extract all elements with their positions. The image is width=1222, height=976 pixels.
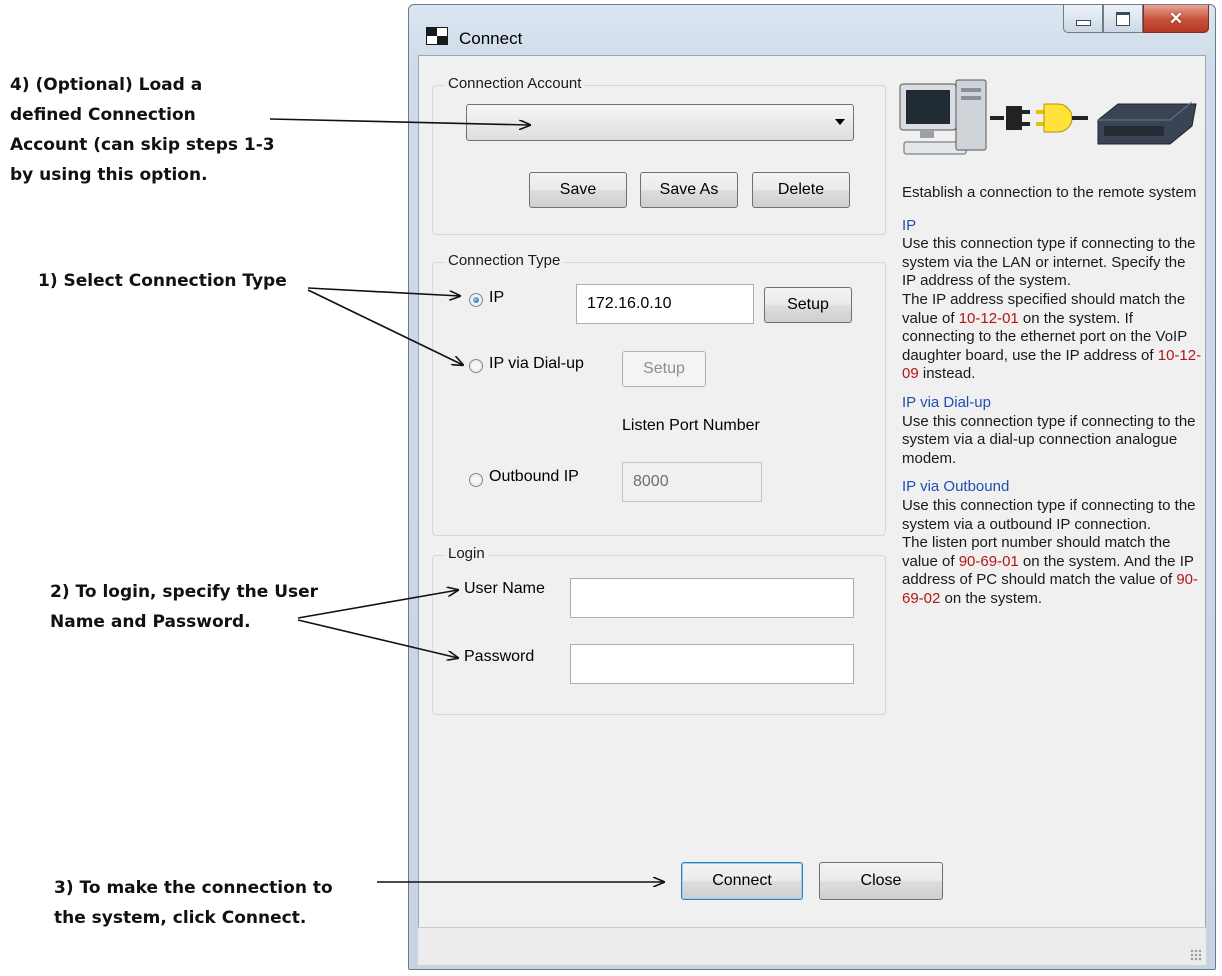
radio-outbound-ip-label[interactable]: Outbound IP <box>489 468 579 486</box>
annotation-step-2: 2) To login, specify the User Name and P… <box>50 577 318 637</box>
annotation-step-3: 3) To make the connection to the system,… <box>54 873 333 933</box>
maximize-icon <box>1116 11 1130 26</box>
help-ip-text: Use this connection type if connecting t… <box>902 235 1196 290</box>
help-ip-detail: The IP address specified should match th… <box>902 291 1202 384</box>
help-outbound-heading: IP via Outbound <box>902 478 1010 496</box>
connection-account-dropdown[interactable] <box>466 104 854 141</box>
minimize-button[interactable] <box>1063 5 1103 33</box>
annotation-line: by using this option. <box>10 165 208 185</box>
close-button[interactable]: Close <box>819 862 943 900</box>
user-name-input[interactable] <box>570 578 854 618</box>
maximize-button[interactable] <box>1103 5 1143 33</box>
close-window-button[interactable]: ✕ <box>1143 5 1209 33</box>
minimize-icon <box>1075 19 1091 26</box>
help-text: instead. <box>918 365 976 383</box>
help-code: 90-69-01 <box>958 552 1019 570</box>
password-label: Password <box>464 648 535 665</box>
help-panel: Establish a connection to the remote sys… <box>902 184 1202 608</box>
app-icon <box>426 27 448 45</box>
help-intro: Establish a connection to the remote sys… <box>902 184 1197 201</box>
help-ip-heading: IP <box>902 216 917 234</box>
help-outbound-detail: The listen port number should match the … <box>902 534 1202 608</box>
radio-ip[interactable] <box>469 293 483 307</box>
resize-grip-icon[interactable] <box>1190 949 1202 961</box>
annotation-line: the system, click Connect. <box>54 908 307 928</box>
radio-outbound-ip[interactable] <box>469 473 483 487</box>
listen-port-input[interactable]: 8000 <box>622 462 762 502</box>
chevron-down-icon <box>835 119 845 125</box>
help-dialup-text: Use this connection type if connecting t… <box>902 412 1196 467</box>
listen-port-label: Listen Port Number <box>622 417 760 434</box>
caption-buttons: ✕ <box>1063 5 1209 35</box>
help-code: 10-12-01 <box>958 309 1019 327</box>
help-outbound-text: Use this connection type if connecting t… <box>902 496 1196 533</box>
title-bar[interactable]: Connect ✕ <box>409 5 1215 55</box>
radio-ip-via-dialup-label[interactable]: IP via Dial-up <box>489 355 584 373</box>
ip-address-input[interactable]: 172.16.0.10 <box>576 284 754 324</box>
save-button[interactable]: Save <box>529 172 627 208</box>
connection-type-label: Connection Type <box>445 252 564 269</box>
user-name-label: User Name <box>464 580 545 597</box>
connection-illustration-icon <box>899 79 1197 155</box>
save-as-button[interactable]: Save As <box>640 172 738 208</box>
annotation-step-1: 1) Select Connection Type <box>38 271 287 291</box>
ip-setup-button[interactable]: Setup <box>764 287 852 323</box>
annotation-line: 4) (Optional) Load a <box>10 75 203 95</box>
close-icon: ✕ <box>1168 8 1184 28</box>
connection-account-label: Connection Account <box>445 75 585 92</box>
delete-button[interactable]: Delete <box>752 172 850 208</box>
annotation-line: defined Connection <box>10 105 196 125</box>
annotation-line: 3) To make the connection to <box>54 878 333 898</box>
radio-ip-label[interactable]: IP <box>489 289 504 307</box>
password-input[interactable] <box>570 644 854 684</box>
annotation-line: Account (can skip steps 1-3 <box>10 135 275 155</box>
status-bar <box>418 927 1206 965</box>
window-title: Connect <box>459 29 523 48</box>
help-text: on the system. <box>940 589 1043 607</box>
annotation-step-4: 4) (Optional) Load a defined Connection … <box>10 70 275 190</box>
radio-ip-via-dialup[interactable] <box>469 359 483 373</box>
annotation-line: Name and Password. <box>50 612 251 632</box>
annotation-line: 2) To login, specify the User <box>50 582 319 602</box>
connect-button[interactable]: Connect <box>681 862 803 900</box>
dialup-setup-button[interactable]: Setup <box>622 351 706 387</box>
login-label: Login <box>445 545 488 562</box>
help-dialup-heading: IP via Dial-up <box>902 393 991 411</box>
